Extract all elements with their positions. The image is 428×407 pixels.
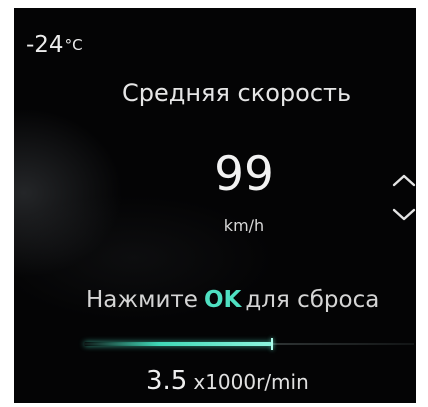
rpm-unit: x1000r/min	[193, 370, 309, 394]
reset-hint-before: Нажмите	[86, 287, 198, 313]
average-speed-value: 99	[214, 147, 274, 202]
cluster-screen: -24°C Средняя скорость 99 km/h Нажмите OK…	[14, 8, 416, 403]
speed-unit: km/h	[223, 216, 265, 235]
rpm-value: 3.5	[146, 366, 188, 396]
temperature-unit: °C	[64, 36, 83, 54]
ok-key-label: OK	[203, 287, 242, 313]
rpm-bar-marker	[271, 338, 273, 350]
temperature-value: -24	[26, 32, 64, 58]
rpm-readout: 3.5 x1000r/min	[146, 366, 309, 396]
rpm-bar	[84, 338, 414, 350]
reset-hint: Нажмите OK для сброса	[86, 287, 379, 313]
outside-temperature: -24°C	[26, 32, 83, 58]
rpm-bar-fill	[84, 342, 272, 346]
chevron-down-icon[interactable]	[390, 206, 416, 224]
page-title: Средняя скорость	[122, 79, 352, 107]
chevron-up-icon[interactable]	[390, 171, 416, 189]
reset-hint-after: для сброса	[245, 287, 380, 313]
